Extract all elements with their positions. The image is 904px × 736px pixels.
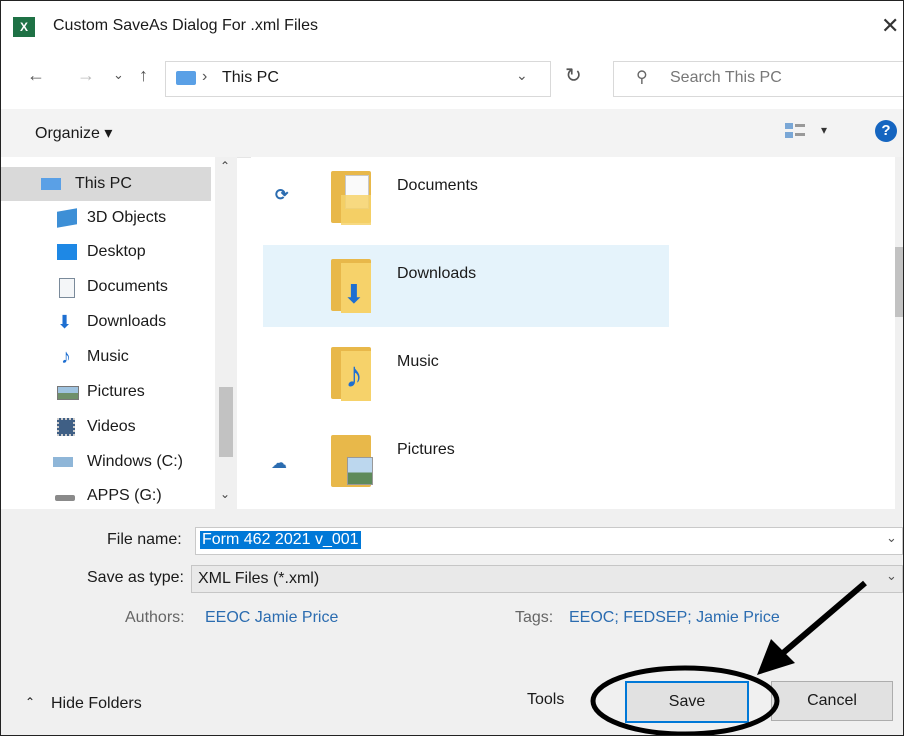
sidebar-item-label: Windows (C:) (87, 453, 184, 470)
tools-menu-button[interactable]: Tools (527, 691, 564, 709)
sidebar-item-label: Downloads (87, 313, 167, 330)
folder-icon: ♪ (331, 347, 371, 401)
refresh-icon[interactable]: ↻ (565, 63, 582, 88)
folder-list: ⟳ Documents ⬇ Downloads ♪ Music ☁ Pictur… (251, 157, 895, 509)
save-type-value: XML Files (*.xml) (198, 570, 320, 587)
sidebar-item-downloads[interactable]: ⬇ Downloads (1, 305, 211, 339)
folder-icon (331, 435, 373, 489)
save-panel: File name: Form 462 2021 v_001 ⌄ Save as… (1, 509, 903, 735)
authors-value[interactable]: EEOC Jamie Price (205, 609, 338, 627)
window-title: Custom SaveAs Dialog For .xml Files (53, 17, 318, 34)
sidebar-item-label: APPS (G:) (87, 487, 162, 504)
scrollbar-thumb[interactable] (895, 247, 903, 317)
sidebar-item-videos[interactable]: Videos (1, 410, 211, 444)
hide-folders-button[interactable]: Hide Folders (51, 695, 142, 713)
pictures-icon (57, 386, 79, 400)
list-item-downloads[interactable]: ⬇ Downloads (263, 245, 669, 327)
navigation-scrollbar[interactable]: ⌃ ⌄ (215, 157, 237, 509)
sidebar-item-label: 3D Objects (87, 209, 167, 226)
sidebar-item-label: Videos (87, 418, 136, 435)
file-name-value: Form 462 2021 v_001 (200, 531, 361, 549)
back-arrow-icon[interactable]: ← (27, 65, 45, 86)
sidebar-item-music[interactable]: ♪ Music (1, 340, 211, 374)
list-item-documents[interactable]: ⟳ Documents (251, 157, 671, 241)
tags-label: Tags: (515, 609, 554, 626)
sidebar-item-3d-objects[interactable]: 3D Objects (1, 201, 211, 235)
authors-label: Authors: (125, 609, 185, 626)
sidebar-item-windows-c[interactable]: Windows (C:) (1, 445, 211, 479)
save-type-label: Save as type: (87, 569, 184, 586)
search-icon: ⚲ (636, 69, 648, 86)
folder-label: Pictures (397, 441, 455, 458)
sidebar-item-pictures[interactable]: Pictures (1, 375, 211, 409)
sidebar-item-documents[interactable]: Documents (1, 270, 211, 304)
address-bar[interactable]: › This PC ⌄ (165, 61, 551, 97)
content-scrollbar[interactable] (895, 157, 903, 509)
address-dropdown-icon[interactable]: ⌄ (516, 67, 528, 84)
excel-icon: X (13, 17, 35, 37)
sidebar-item-apps-g[interactable]: APPS (G:) (1, 479, 211, 513)
file-name-label: File name: (107, 531, 182, 548)
folder-icon: ⬇ (331, 259, 371, 313)
view-dropdown-icon[interactable]: ▾ (821, 123, 827, 137)
sidebar-item-label: Pictures (87, 383, 145, 400)
drive-icon (53, 457, 73, 467)
file-name-input[interactable]: Form 462 2021 v_001 ⌄ (195, 527, 903, 555)
cube-icon (57, 208, 77, 228)
title-bar: X Custom SaveAs Dialog For .xml Files ✕ (1, 1, 903, 51)
command-toolbar: Organize ▾ ▾ ? (1, 109, 903, 158)
folder-label: Documents (397, 177, 478, 194)
scroll-up-icon[interactable]: ⌃ (220, 159, 230, 173)
organize-menu-button[interactable]: Organize ▾ (35, 123, 112, 143)
pc-icon (176, 71, 196, 85)
folder-icon (331, 171, 371, 225)
up-arrow-icon[interactable]: ↑ (139, 65, 148, 86)
pc-icon (41, 178, 61, 190)
network-drive-icon (55, 495, 75, 501)
search-placeholder: Search This PC (670, 69, 782, 86)
chevron-up-icon[interactable]: ⌃ (25, 695, 35, 709)
sidebar-item-this-pc[interactable]: This PC (1, 167, 211, 201)
sidebar-item-desktop[interactable]: Desktop (1, 235, 211, 269)
scroll-down-icon[interactable]: ⌄ (220, 487, 230, 501)
sync-icon: ⟳ (275, 187, 289, 204)
document-icon (59, 278, 75, 298)
folder-label: Music (397, 353, 439, 370)
recent-locations-chevron-icon[interactable]: ⌄ (113, 67, 124, 83)
annotation-circle (590, 665, 780, 735)
annotation-overlay (590, 580, 867, 735)
folder-label: Downloads (397, 265, 477, 282)
list-item-pictures[interactable]: ☁ Pictures (251, 421, 671, 505)
view-options-icon[interactable] (785, 121, 807, 141)
sidebar-item-label: Music (87, 348, 129, 365)
file-name-dropdown-icon[interactable]: ⌄ (886, 530, 897, 546)
desktop-icon (57, 244, 77, 260)
videos-icon (57, 418, 75, 436)
sidebar-item-label: Desktop (87, 243, 146, 260)
download-icon: ⬇ (57, 312, 73, 332)
scrollbar-thumb[interactable] (219, 387, 233, 457)
music-icon: ♪ (61, 346, 71, 368)
breadcrumb[interactable]: This PC (222, 69, 279, 87)
save-as-dialog: X Custom SaveAs Dialog For .xml Files ✕ … (0, 0, 904, 736)
navigation-pane: This PC 3D Objects Desktop Documents ⬇ D… (1, 157, 237, 509)
close-icon[interactable]: ✕ (881, 13, 899, 39)
sidebar-item-label: Documents (87, 278, 168, 295)
list-item-music[interactable]: ♪ Music (251, 333, 671, 417)
forward-arrow-icon[interactable]: → (77, 65, 95, 86)
annotation-arrow-shaft (781, 580, 867, 656)
cloud-icon: ☁ (271, 455, 287, 472)
sidebar-item-label: This PC (75, 175, 132, 192)
breadcrumb-separator-icon: › (202, 68, 208, 85)
help-icon[interactable]: ? (875, 120, 897, 142)
search-input[interactable]: ⚲ Search This PC (613, 61, 903, 97)
